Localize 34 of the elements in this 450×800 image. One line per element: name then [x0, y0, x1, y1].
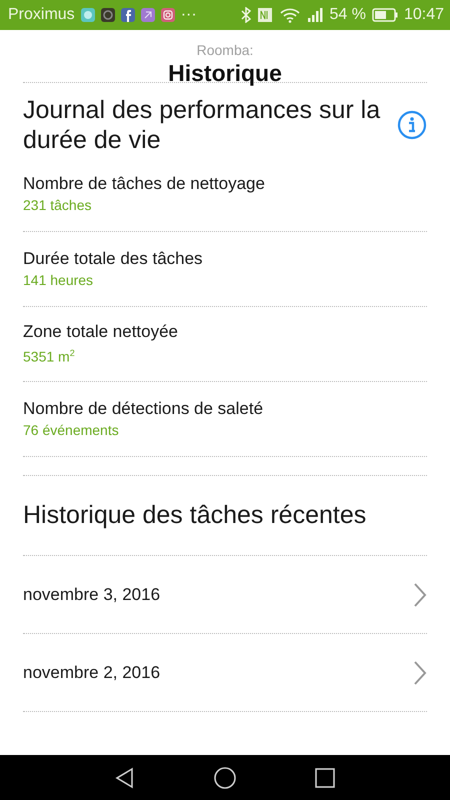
- info-icon[interactable]: [397, 110, 427, 140]
- battery-percent: 54 %: [329, 6, 366, 24]
- clock-time: 10:47: [404, 6, 444, 24]
- stat-value: 141 heures: [23, 271, 94, 290]
- nfc-icon: [257, 7, 274, 23]
- camera-icon: [160, 8, 175, 22]
- app-icon: [80, 8, 95, 22]
- screen-subtitle: Roomba:: [196, 42, 254, 58]
- recent-apps-icon[interactable]: [314, 766, 336, 788]
- back-icon[interactable]: [114, 766, 136, 788]
- stat-value: 76 événements: [23, 421, 119, 440]
- stat-label: Zone totale nettoyée: [23, 321, 178, 344]
- section-title: Historique des tâches récentes: [23, 501, 366, 530]
- stat-value: 5351 m$^{2}$: [23, 347, 75, 367]
- home-icon[interactable]: [212, 766, 237, 790]
- stat-label: Nombre de détections de saleté: [23, 398, 264, 420]
- chevron-right-icon: [413, 582, 427, 608]
- signal-icon: [307, 7, 324, 23]
- chevron-right-icon: [413, 660, 427, 686]
- screen-title: Historique: [168, 60, 282, 86]
- app-icon: [140, 8, 155, 22]
- carrier-name: Proximus: [8, 6, 75, 24]
- more-notifications: ···: [180, 6, 197, 24]
- stat-value: 231 tâches: [23, 196, 92, 215]
- history-entry[interactable]: novembre 3, 2016: [23, 556, 427, 634]
- wifi-icon: [279, 7, 302, 23]
- stat-label: Durée totale des tâches: [23, 248, 203, 270]
- section-title: Journal des performances sur la durée de vie: [23, 95, 382, 155]
- history-entry[interactable]: novembre 2, 2016: [23, 634, 427, 712]
- bluetooth-icon: [241, 7, 252, 23]
- facebook-icon: [120, 8, 135, 22]
- battery-icon: [372, 8, 398, 22]
- app-icon: [100, 8, 115, 22]
- stat-label: Nombre de tâches de nettoyage: [23, 173, 265, 195]
